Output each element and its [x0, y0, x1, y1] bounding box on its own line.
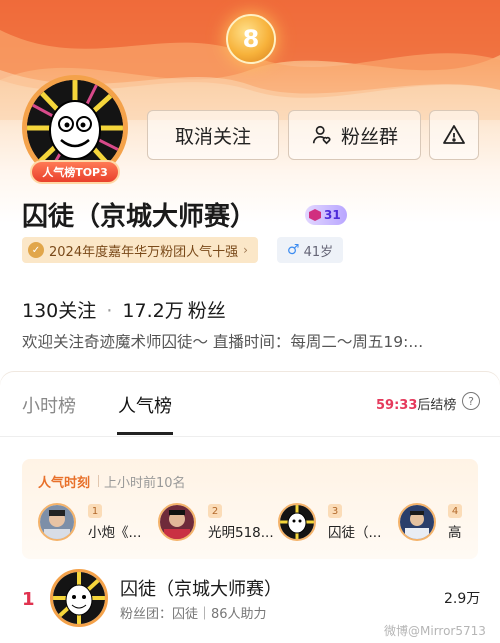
fans-label: 粉丝 [187, 300, 226, 322]
fans-group-icon [312, 125, 331, 145]
follow-stats: 130关注 · 17.2万 粉丝 [22, 300, 226, 322]
moment-entry[interactable]: 2 光明518... [158, 503, 276, 543]
age-label: 41岁 [303, 244, 334, 260]
moment-entry-avatar [398, 503, 436, 541]
following-label: 关注 [58, 300, 97, 322]
profile-bio[interactable]: 欢迎关注奇迹魔术师囚徒～ 直播时间：每周二～周五19:... [22, 330, 482, 352]
moment-entry-name: 囚徒（... [328, 525, 382, 541]
active-tab-indicator [117, 432, 173, 435]
rank-row-subtitle: 粉丝团：囚徒｜86人助力 [120, 607, 267, 622]
moment-entry[interactable]: 4 高 [398, 503, 473, 543]
male-icon: ♂ [287, 242, 300, 258]
fans-group-button[interactable]: 粉丝群 [288, 110, 421, 160]
level-value: 31 [324, 208, 341, 222]
moment-entry[interactable]: 1 小炮《... [38, 503, 153, 543]
award-check-icon: ✓ [28, 242, 44, 258]
rank-row-position: 1 [22, 589, 35, 610]
rank-8-medal-icon[interactable]: 8 [226, 14, 276, 64]
tab-popularity-rank[interactable]: 人气榜 [118, 392, 172, 418]
moment-entry-avatar [158, 503, 196, 541]
profile-name: 囚徒（京城大师赛） [22, 202, 257, 232]
moment-title: 人气时刻 [38, 476, 91, 491]
watermark: 微博@Mirror5713 [384, 624, 486, 638]
moment-subtitle: 上小时前10名 [98, 472, 186, 491]
avatar-badge: 人气榜TOP3 [30, 160, 120, 184]
tab-divider [0, 436, 500, 437]
moment-entry-name: 光明518... [208, 525, 274, 541]
level-badge[interactable]: 31 [305, 205, 347, 225]
award-tag[interactable]: ✓ 2024年度嘉年华万粉团人气十强 › [22, 237, 258, 263]
following-count[interactable]: 130 [22, 300, 58, 322]
rank-countdown: 59:33后结榜 [376, 394, 456, 413]
chevron-right-icon: › [243, 243, 248, 257]
moment-entry-avatar [278, 503, 316, 541]
rank-row-name[interactable]: 囚徒（京城大师赛） [120, 575, 282, 601]
level-hex-icon [309, 209, 321, 221]
moment-entry-name: 小炮《... [88, 525, 142, 541]
moment-entry-rank: 2 [208, 504, 222, 518]
countdown-time: 59:33 [376, 398, 418, 413]
award-tag-label: 2024年度嘉年华万粉团人气十强 [49, 244, 239, 260]
moment-entry-rank: 1 [88, 504, 102, 518]
unfollow-button[interactable]: 取消关注 [147, 110, 279, 160]
tab-hourly-rank[interactable]: 小时榜 [22, 392, 76, 418]
fans-count[interactable]: 17.2万 [122, 300, 183, 322]
moment-entry-rank: 4 [448, 504, 462, 518]
fans-group-label: 粉丝群 [340, 125, 398, 148]
report-button[interactable] [429, 110, 479, 160]
help-icon[interactable]: ? [462, 392, 480, 410]
rank-row-avatar[interactable] [50, 569, 108, 627]
warning-icon [443, 125, 465, 144]
moment-entry[interactable]: 3 囚徒（... [278, 503, 393, 543]
moment-entry-avatar [38, 503, 76, 541]
rank-row-score: 2.9万 [444, 591, 481, 607]
countdown-suffix: 后结榜 [417, 398, 457, 413]
moment-entry-rank: 3 [328, 504, 342, 518]
gender-age-tag: ♂ 41岁 [277, 237, 344, 263]
moment-entry-name: 高 [448, 525, 462, 541]
